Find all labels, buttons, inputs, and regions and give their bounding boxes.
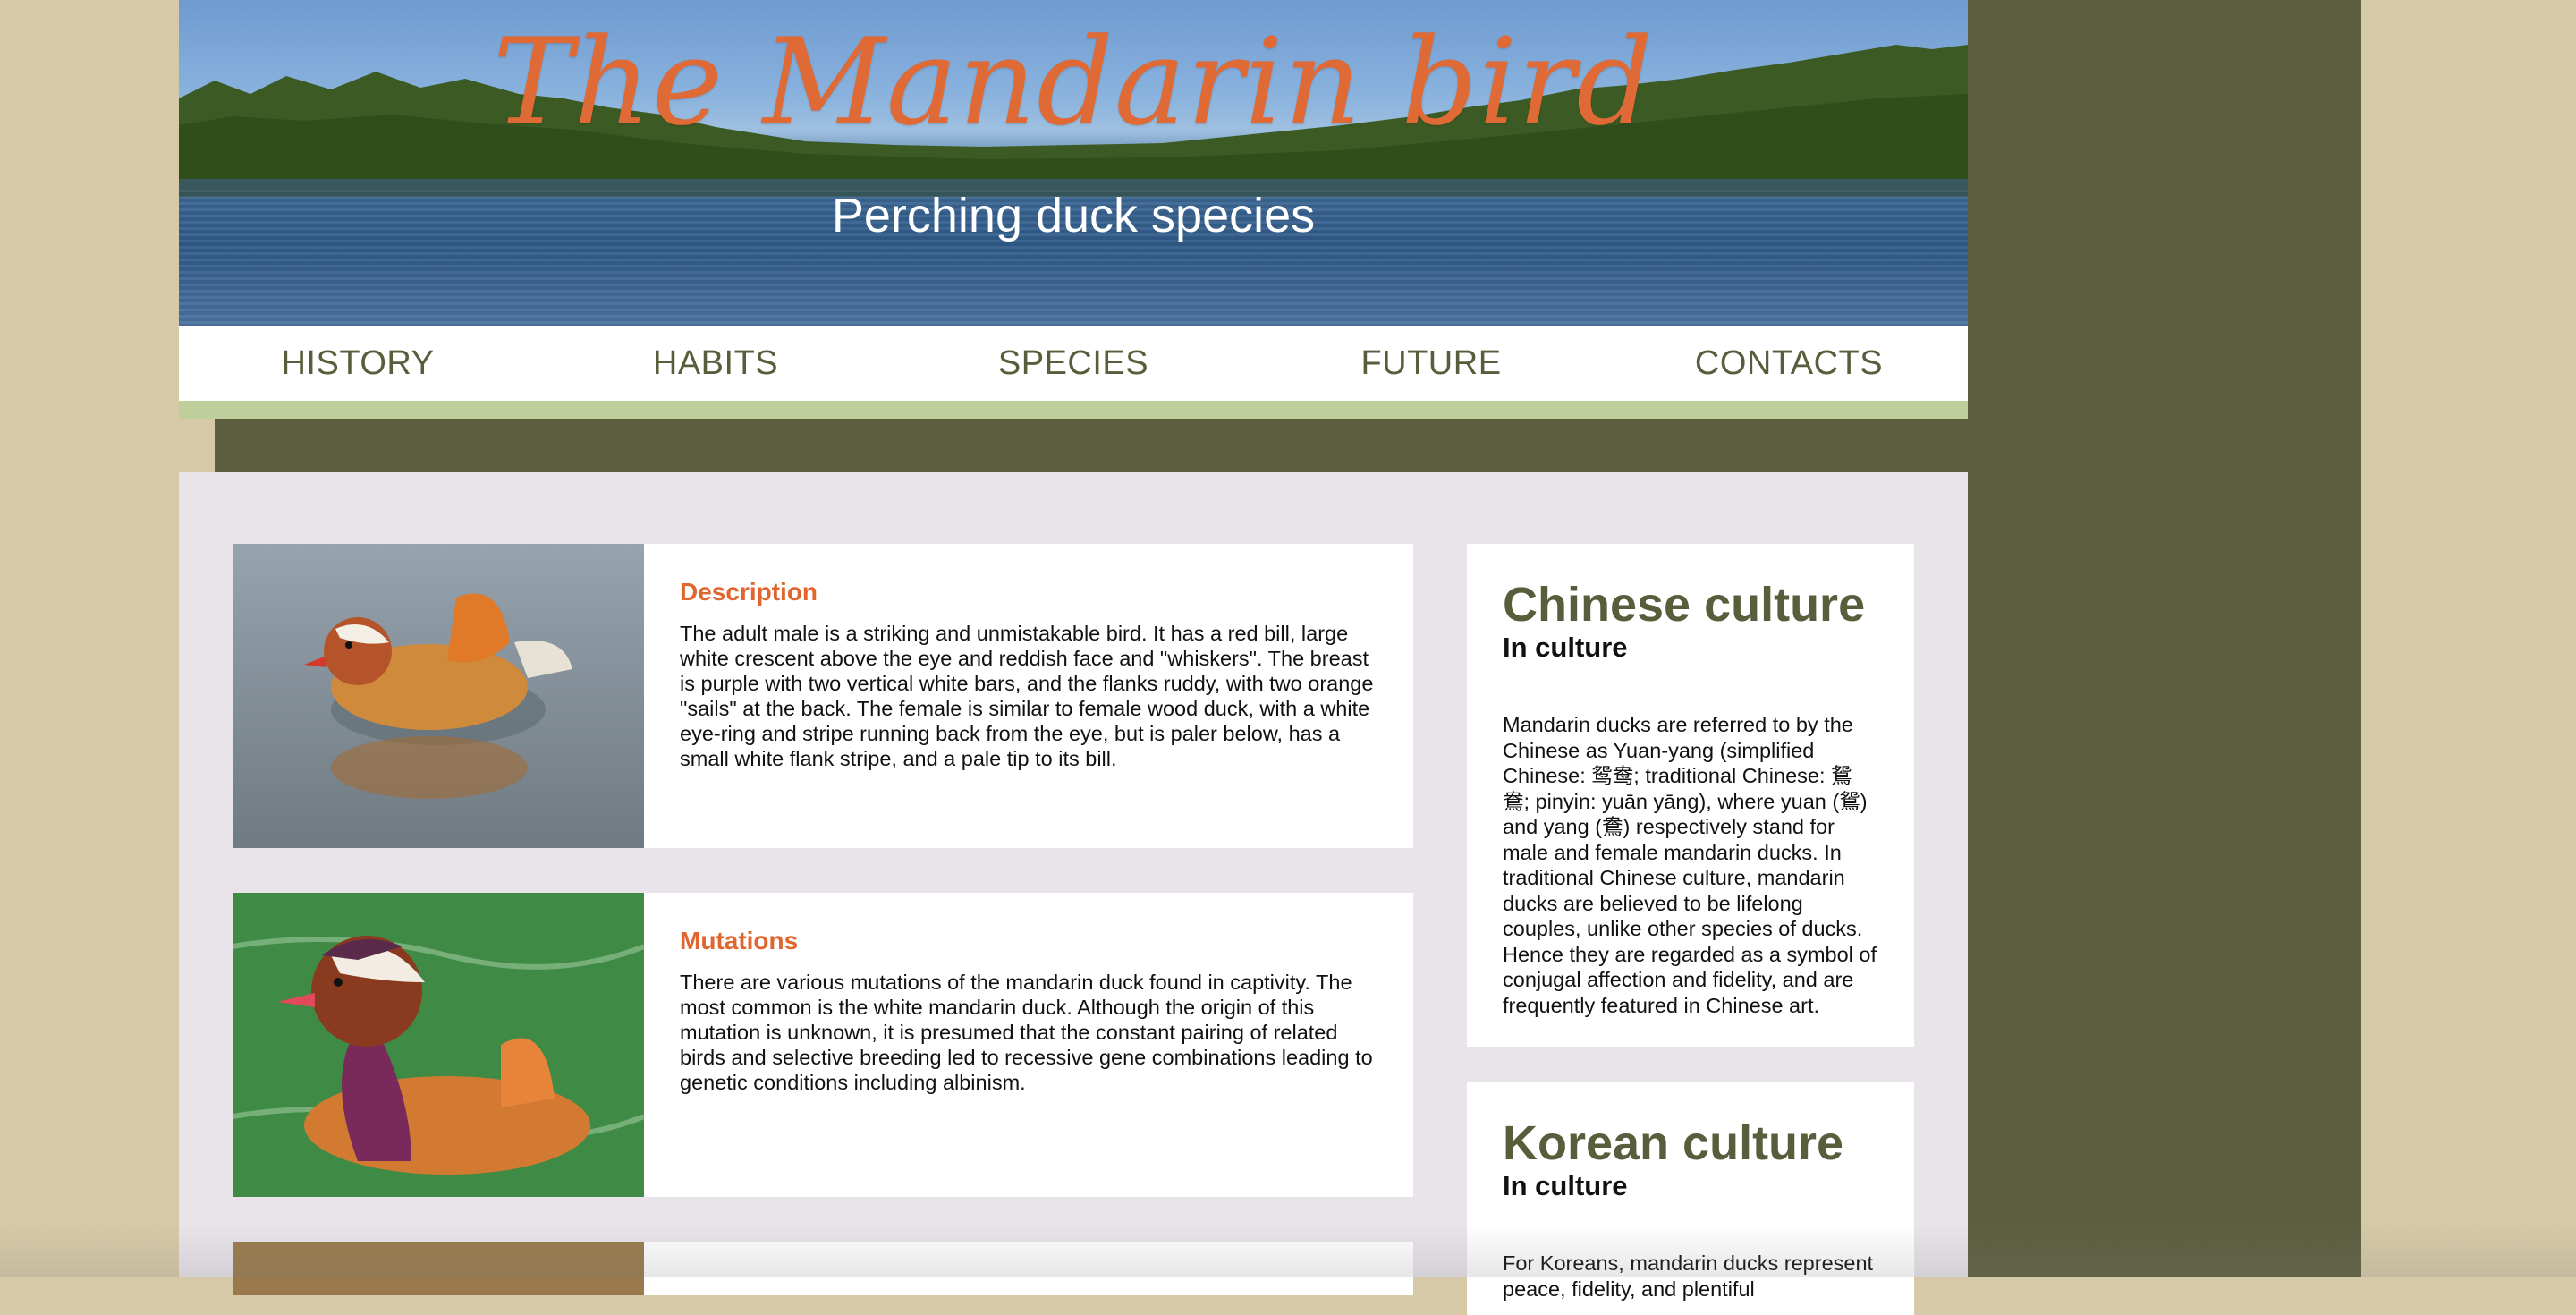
article-heading: Description [680, 578, 818, 606]
sidebar-title: Korean culture [1503, 1116, 1844, 1170]
nav-habits[interactable]: HABITS [537, 344, 894, 383]
mandarin-duck-photo-1 [233, 544, 644, 848]
sidebar-body: For Koreans, mandarin ducks represent pe… [1503, 1251, 1874, 1301]
article-body: There are various mutations of the manda… [680, 971, 1373, 1094]
main-nav: HISTORY HABITS SPECIES FUTURE CONTACTS [179, 326, 1968, 401]
nav-contacts[interactable]: CONTACTS [1610, 344, 1968, 383]
nav-future[interactable]: FUTURE [1252, 344, 1610, 383]
article-card-mutations: Mutations There are various mutations of… [233, 893, 1413, 1197]
nav-history[interactable]: HISTORY [179, 344, 537, 383]
sidebar-card-chinese-culture: Chinese culture In culture Mandarin duck… [1467, 544, 1914, 1047]
nav-species[interactable]: SPECIES [894, 344, 1252, 383]
mandarin-duck-photo-2 [233, 893, 644, 1197]
main-content: Description The adult male is a striking… [179, 472, 1968, 1315]
article-heading: Mutations [680, 927, 799, 954]
site-subtitle: Perching duck species [831, 189, 1316, 242]
article-card-3 [233, 1242, 1413, 1295]
site-title: The Mandarin bird [493, 13, 1654, 152]
mandarin-duck-photo-3 [233, 1242, 644, 1295]
sidebar-subtitle: In culture [1503, 1170, 1628, 1201]
sidebar-title: Chinese culture [1503, 578, 1866, 632]
sidebar-card-korean-culture: Korean culture In culture For Koreans, m… [1467, 1082, 1914, 1315]
article-body: The adult male is a striking and unmista… [680, 622, 1374, 770]
article-card-description: Description The adult male is a striking… [233, 544, 1413, 848]
page: The Mandarin bird Perching duck species … [179, 0, 1968, 1315]
sidebar-body: Mandarin ducks are referred to by the Ch… [1503, 713, 1877, 1017]
hero-banner: The Mandarin bird Perching duck species [179, 0, 1968, 326]
sidebar-subtitle: In culture [1503, 632, 1628, 663]
nav-underline-strip [179, 401, 1968, 419]
